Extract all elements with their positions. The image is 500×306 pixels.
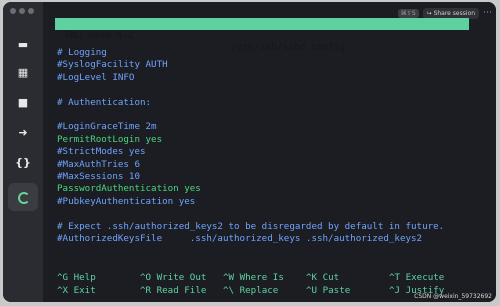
- shortcut-key: ^T: [389, 272, 401, 283]
- shortcut-key: ^R: [140, 285, 152, 296]
- shortcut-label: Paste: [317, 285, 351, 296]
- shortcut-label: Read File: [151, 285, 207, 296]
- shortcut-label: Exit: [68, 285, 96, 296]
- shortcut-key: ^\: [223, 285, 235, 296]
- csdn-watermark: CSDN @weixin_59732692: [414, 293, 492, 300]
- editor-line[interactable]: #AuthorizedKeysFile .ssh/authorized_keys…: [57, 233, 422, 245]
- editor-line[interactable]: #MaxAuthTries 6: [57, 159, 140, 171]
- shortcut-item[interactable]: ^X Exit: [57, 285, 96, 297]
- vault-icon[interactable]: ▦: [12, 65, 34, 81]
- shortcut-item[interactable]: ^W Where Is: [223, 272, 284, 284]
- editor-line[interactable]: #LoginGraceTime 2m: [57, 121, 157, 133]
- terminal-pane[interactable]: ⌘⇧S ↪ Share session ⋯ GNU nano 6.2 /etc/…: [51, 2, 496, 302]
- share-icon: ↪: [426, 9, 432, 17]
- shortcut-key: ^G: [57, 272, 69, 283]
- editor-line[interactable]: #PubkeyAuthentication yes: [57, 196, 195, 208]
- shortcut-label: Execute: [400, 272, 445, 283]
- editor-line[interactable]: # Authentication:: [57, 97, 151, 109]
- app-window: ▬ ▦ ■ ➜ {} ⌘⇧S ↪ Share session ⋯ GNU nan…: [3, 2, 496, 302]
- shortcut-key: ^K: [306, 272, 318, 283]
- loading-icon: [18, 192, 30, 204]
- sidebar: ▬ ▦ ■ ➜ {}: [3, 2, 43, 302]
- shortcut-key: ^O: [140, 272, 152, 283]
- nano-app-title: GNU nano 6.2: [65, 30, 134, 41]
- shortcut-key: ^X: [57, 285, 69, 296]
- shortcut-item[interactable]: ^\ Replace: [223, 285, 278, 297]
- shortcut-item[interactable]: ^O Write Out: [140, 272, 206, 284]
- share-session-button[interactable]: ↪ Share session: [422, 7, 479, 19]
- window-zoom-dot[interactable]: [28, 8, 34, 14]
- editor-line[interactable]: # Logging: [57, 47, 107, 59]
- shortcut-label: Cut: [317, 272, 340, 283]
- window-close-dot[interactable]: [10, 8, 16, 14]
- shortcut-label: Help: [68, 272, 96, 283]
- editor-line[interactable]: #SyslogFacility AUTH: [57, 59, 168, 71]
- window-minimize-dot[interactable]: [19, 8, 25, 14]
- shortcut-item[interactable]: ^T Execute: [389, 272, 444, 284]
- shortcut-hint: ⌘⇧S: [397, 8, 419, 18]
- active-session-tab[interactable]: [8, 183, 38, 211]
- editor-line[interactable]: #MaxSessions 10: [57, 171, 140, 183]
- nano-file-path: /etc/ssh/sshd_config: [231, 42, 346, 53]
- nano-header-bar: GNU nano 6.2 /etc/ssh/sshd_config: [55, 18, 469, 53]
- editor-line[interactable]: # Expect .ssh/authorized_keys2 to be dis…: [57, 221, 444, 233]
- terminal-icon[interactable]: ▬: [12, 37, 34, 53]
- editor-line[interactable]: PasswordAuthentication yes: [57, 183, 201, 195]
- forward-icon[interactable]: ➜: [12, 125, 34, 141]
- snippets-icon[interactable]: {}: [12, 155, 34, 171]
- shortcut-label: Where Is: [234, 272, 284, 283]
- more-menu-icon[interactable]: ⋯: [483, 8, 492, 18]
- shortcut-key: ^J: [389, 285, 401, 296]
- editor-line[interactable]: PermitRootLogin yes: [57, 134, 162, 146]
- shortcut-key: ^W: [223, 272, 235, 283]
- editor-line[interactable]: #StrictModes yes: [57, 146, 146, 158]
- shortcut-key: ^U: [306, 285, 318, 296]
- folder-icon[interactable]: ■: [12, 95, 34, 111]
- shortcut-item[interactable]: ^K Cut: [306, 272, 339, 284]
- share-session-label: Share session: [433, 9, 475, 17]
- shortcut-label: Write Out: [151, 272, 207, 283]
- shortcut-item[interactable]: ^G Help: [57, 272, 96, 284]
- shortcut-item[interactable]: ^U Paste: [306, 285, 350, 297]
- shortcut-item[interactable]: ^R Read File: [140, 285, 206, 297]
- shortcut-label: Replace: [234, 285, 279, 296]
- editor-line[interactable]: #LogLevel INFO: [57, 72, 134, 84]
